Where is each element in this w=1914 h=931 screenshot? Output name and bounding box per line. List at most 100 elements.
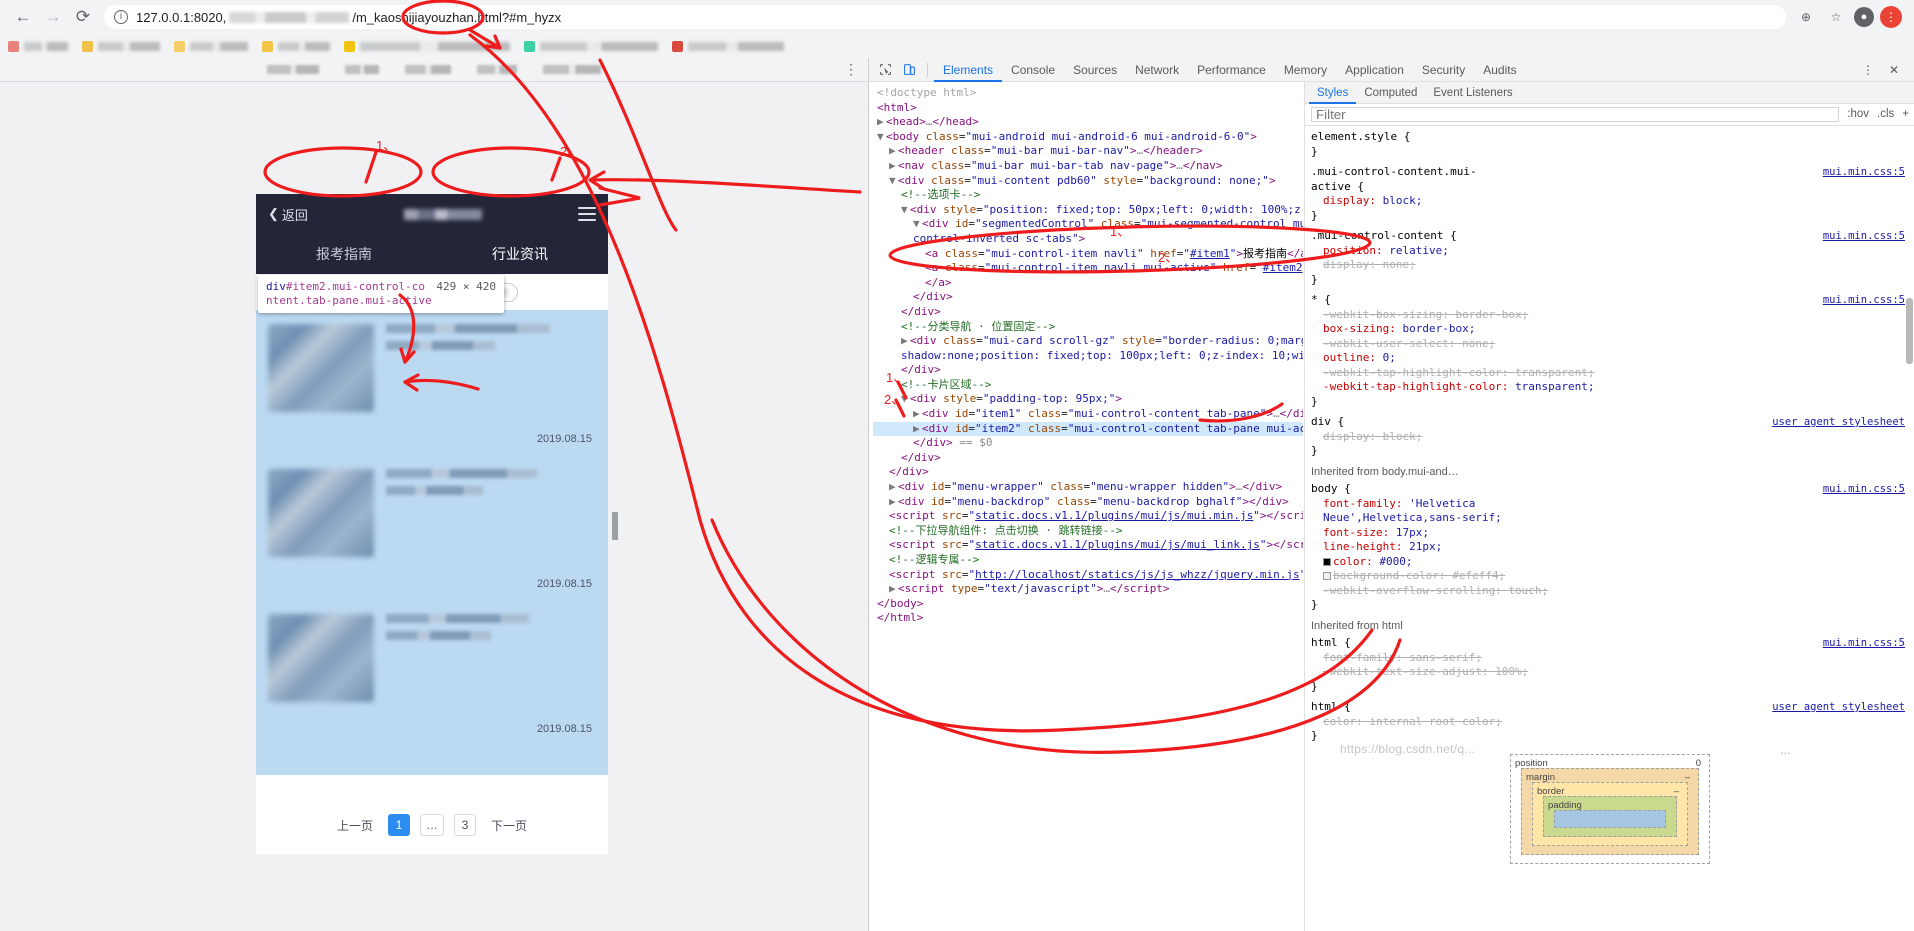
bookmark-item[interactable] (8, 40, 68, 52)
color-swatch[interactable] (1323, 572, 1331, 580)
dom-line[interactable]: control-inverted sc-tabs"> (873, 232, 1303, 247)
dom-line[interactable]: ▼ <div style="padding-top: 95px;"> (873, 392, 1303, 407)
site-info-icon[interactable]: i (114, 10, 128, 24)
devtools-scrollbar[interactable] (1906, 298, 1913, 364)
dom-line[interactable]: <!--选项卡--> (873, 188, 1303, 203)
dom-line[interactable]: <script src="static.docs.v1.1/plugins/mu… (873, 538, 1303, 553)
hamburger-icon[interactable] (578, 207, 596, 221)
inspect-icon[interactable] (873, 60, 897, 80)
style-property[interactable]: display: none; (1311, 258, 1909, 273)
style-property[interactable]: outline: 0; (1311, 351, 1909, 366)
styles-filter-input[interactable] (1311, 107, 1840, 122)
emu-throttle-select[interactable] (543, 65, 601, 74)
style-rule[interactable]: user agent stylesheet div {display: block… (1311, 415, 1909, 459)
dom-line[interactable]: ▶ <nav class="mui-bar mui-bar-tab nav-pag… (873, 159, 1303, 174)
style-rule[interactable]: element.style {} (1311, 130, 1909, 159)
style-property[interactable]: -webkit-text-size-adjust: 100%; (1311, 665, 1909, 680)
bookmark-star-icon[interactable]: ☆ (1824, 5, 1848, 29)
style-rule-selector[interactable]: .mui-control-content.mui-active { (1311, 165, 1909, 194)
list-item[interactable]: 2019.08.15 (256, 310, 608, 455)
zoom-icon[interactable]: ⊕ (1794, 5, 1818, 29)
tab-baokaozhinan[interactable]: 报考指南 (256, 234, 432, 274)
dom-line[interactable]: ▶ <div class="mui-card scroll-gz" style="… (873, 334, 1303, 349)
dom-line[interactable]: </body> (873, 597, 1303, 612)
reload-button[interactable]: ⟳ (68, 2, 98, 32)
dom-line[interactable]: </div> == $0 (873, 436, 1303, 451)
style-property[interactable]: -webkit-overflow-scrolling: touch; (1311, 584, 1909, 599)
style-property[interactable]: display: block; (1311, 194, 1909, 209)
style-rule-selector[interactable]: body { (1311, 482, 1909, 497)
style-rule-selector[interactable]: .mui-control-content { (1311, 229, 1909, 244)
dom-line[interactable]: ▶ <div id="menu-backdrop" class="menu-bac… (873, 495, 1303, 510)
style-rule-selector[interactable]: * { (1311, 293, 1909, 308)
style-rule-source[interactable]: mui.min.css:5 (1823, 165, 1905, 180)
dom-line[interactable]: <script src="static.docs.v1.1/plugins/mu… (873, 509, 1303, 524)
style-rule[interactable]: mui.min.css:5 .mui-control-content {posit… (1311, 229, 1909, 287)
styles-tab-styles[interactable]: Styles (1309, 82, 1356, 104)
style-rule-source[interactable]: user agent stylesheet (1772, 415, 1905, 430)
style-property[interactable]: color: internal root color; (1311, 715, 1909, 730)
dom-line[interactable]: </div> (873, 451, 1303, 466)
emu-device-select[interactable] (267, 65, 319, 74)
style-rule-source[interactable]: mui.min.css:5 (1823, 482, 1905, 497)
pagination-page-1[interactable]: 1 (388, 814, 410, 836)
styles-tab-event-listeners[interactable]: Event Listeners (1425, 82, 1520, 104)
dom-line[interactable]: <a class="mui-control-item navli" href="… (873, 247, 1303, 262)
list-item[interactable]: 2019.08.15 (256, 455, 608, 600)
style-rule-source[interactable]: mui.min.css:5 (1823, 636, 1905, 651)
tab-security[interactable]: Security (1413, 58, 1474, 82)
dom-line[interactable]: ▶ <div id="item2" class="mui-control-cont… (873, 421, 1303, 437)
tab-console[interactable]: Console (1002, 58, 1064, 82)
viewport-resize-handle[interactable] (612, 512, 618, 540)
tab-sources[interactable]: Sources (1064, 58, 1126, 82)
style-property[interactable]: font-family: sans-serif; (1311, 651, 1909, 666)
emu-height-input[interactable] (405, 65, 451, 74)
emu-zoom-select[interactable] (477, 65, 517, 74)
styles-tab-computed[interactable]: Computed (1356, 82, 1425, 104)
tab-hangyezixun[interactable]: 行业资讯 (432, 234, 608, 274)
dom-line[interactable]: ▶ <header class="mui-bar mui-bar-nav">…</… (873, 144, 1303, 159)
dom-tree[interactable]: <!doctype html> <html> ▶ <head>…</head> ▼ <bo… (869, 82, 1303, 931)
style-property[interactable]: -webkit-box-sizing: border-box; (1311, 308, 1909, 323)
style-rule[interactable]: user agent stylesheet html {color: intern… (1311, 700, 1909, 744)
style-rule-source[interactable]: mui.min.css:5 (1823, 293, 1905, 308)
dom-line[interactable]: <!--卡片区域--> (873, 378, 1303, 393)
dom-line[interactable]: <!doctype html> (873, 86, 1303, 101)
style-property[interactable]: font-family: 'Helvetica (1311, 497, 1909, 512)
dom-line[interactable]: ▶ <script type="text/javascript">…</scrip… (873, 582, 1303, 597)
emu-width-input[interactable] (345, 65, 379, 74)
dom-line[interactable]: </div> (873, 305, 1303, 320)
address-bar[interactable]: i 127.0.0.1:8020, /m_kaoshijiayouzhan.ht… (104, 5, 1786, 29)
dom-line[interactable]: ▶ <head>…</head> (873, 115, 1303, 130)
device-toolbar-icon[interactable] (897, 60, 921, 80)
dom-line[interactable]: ▼ <body class="mui-android mui-android-6 … (873, 130, 1303, 145)
tab-application[interactable]: Application (1336, 58, 1413, 82)
cls-toggle[interactable]: .cls (1877, 107, 1894, 122)
emu-more-icon[interactable]: ⋮ (844, 62, 858, 76)
tab-network[interactable]: Network (1126, 58, 1188, 82)
bookmark-item[interactable] (82, 40, 160, 52)
chrome-menu-icon[interactable]: ⋮ (1880, 6, 1902, 28)
style-property[interactable]: background-color: #efeff4; (1311, 569, 1909, 584)
dom-line[interactable]: </div> (873, 290, 1303, 305)
dom-line[interactable]: </div> (873, 363, 1303, 378)
style-property[interactable]: -webkit-tap-highlight-color: transparent… (1311, 366, 1909, 381)
profile-avatar-icon[interactable]: ● (1854, 7, 1874, 27)
more-icon[interactable]: ⋮ (1856, 60, 1880, 80)
style-rule[interactable]: mui.min.css:5 * {-webkit-box-sizing: bord… (1311, 293, 1909, 409)
dom-line[interactable]: shadow:none;position: fixed;top: 100px;l… (873, 349, 1303, 364)
bookmark-item[interactable] (262, 40, 330, 52)
dom-line[interactable]: <a class="mui-control-item navli mui-act… (873, 261, 1303, 276)
style-property[interactable]: line-height: 21px; (1311, 540, 1909, 555)
tab-performance[interactable]: Performance (1188, 58, 1275, 82)
pagination-page-3[interactable]: 3 (454, 814, 476, 836)
bookmark-item[interactable] (174, 40, 248, 52)
color-swatch[interactable] (1323, 557, 1331, 566)
style-rule[interactable]: mui.min.css:5 body {font-family: 'Helveti… (1311, 482, 1909, 613)
dom-line[interactable]: <!--下拉导航组件: 点击切换 · 跳转链接--> (873, 524, 1303, 539)
forward-button[interactable]: → (38, 2, 68, 32)
style-rule[interactable]: mui.min.css:5 html {font-family: sans-ser… (1311, 636, 1909, 694)
pagination-next[interactable]: 下一页 (486, 814, 532, 836)
bookmark-item[interactable] (524, 40, 658, 52)
bookmark-item[interactable] (672, 40, 784, 52)
